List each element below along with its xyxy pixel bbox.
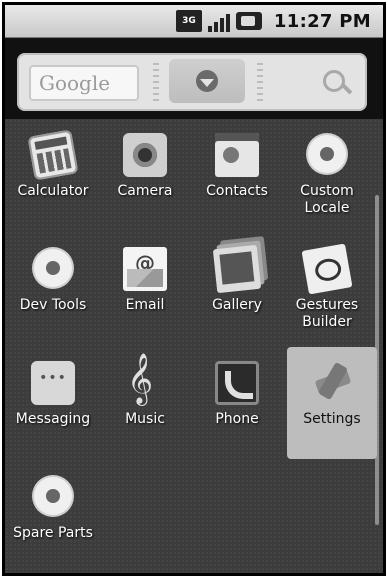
app-drawer[interactable]: Calculator Camera Contacts Custom Locale… xyxy=(5,119,383,573)
app-contacts[interactable]: Contacts xyxy=(189,119,285,231)
app-label: Gestures Builder xyxy=(295,297,359,330)
app-label: Settings xyxy=(303,411,361,427)
app-label: Dev Tools xyxy=(19,297,87,313)
app-label: Email xyxy=(125,297,165,313)
app-label: Camera xyxy=(117,183,173,199)
drawer-handle-icon xyxy=(196,70,218,92)
gestures-icon xyxy=(301,243,353,295)
app-label: Spare Parts xyxy=(13,525,93,541)
app-gestures-builder[interactable]: Gestures Builder xyxy=(279,233,375,345)
handle-dots-right xyxy=(257,63,263,103)
email-icon xyxy=(123,247,167,291)
handle-dots-left xyxy=(153,63,159,103)
gear-icon xyxy=(38,481,68,511)
app-label: Contacts xyxy=(206,183,268,199)
app-email[interactable]: Email xyxy=(97,233,193,345)
gear-icon xyxy=(312,139,342,169)
calculator-icon xyxy=(27,129,79,181)
music-icon xyxy=(123,353,167,405)
status-bar: 3G 11:27 PM xyxy=(5,5,383,38)
contacts-icon xyxy=(215,133,259,177)
app-label: Messaging xyxy=(15,411,91,427)
search-input[interactable]: Google xyxy=(29,65,139,101)
google-logo: Google xyxy=(39,71,111,95)
settings-icon xyxy=(310,361,354,405)
search-icon xyxy=(321,68,349,96)
search-button[interactable] xyxy=(313,61,357,103)
app-label: Calculator xyxy=(17,183,89,199)
app-label: Custom Locale xyxy=(300,183,354,216)
gallery-icon xyxy=(212,244,262,294)
status-time: 11:27 PM xyxy=(273,10,371,32)
phone-icon xyxy=(215,361,259,405)
app-custom-locale[interactable]: Custom Locale xyxy=(279,119,375,231)
phone-screen: 3G 11:27 PM Google Calculator Camera Con… xyxy=(2,2,386,576)
app-settings[interactable]: Settings xyxy=(287,347,377,459)
app-label: Phone xyxy=(215,411,259,427)
signal-icon xyxy=(207,10,230,32)
app-music[interactable]: Music xyxy=(97,347,193,459)
battery-icon xyxy=(235,12,262,30)
app-label: Gallery xyxy=(212,297,262,313)
app-dev-tools[interactable]: Dev Tools xyxy=(5,233,101,345)
app-calculator[interactable]: Calculator xyxy=(5,119,101,231)
gear-icon xyxy=(38,253,68,283)
app-phone[interactable]: Phone xyxy=(189,347,285,459)
messaging-icon xyxy=(31,361,75,405)
camera-icon xyxy=(123,133,167,177)
app-gallery[interactable]: Gallery xyxy=(189,233,285,345)
app-label: Music xyxy=(125,411,165,427)
app-camera[interactable]: Camera xyxy=(97,119,193,231)
google-search-widget[interactable]: Google xyxy=(17,53,367,111)
status-icons: 3G 11:27 PM xyxy=(175,9,371,33)
drawer-handle-button[interactable] xyxy=(169,59,245,103)
3g-icon: 3G xyxy=(175,10,202,32)
app-spare-parts[interactable]: Spare Parts xyxy=(5,461,101,573)
app-messaging[interactable]: Messaging xyxy=(5,347,101,459)
